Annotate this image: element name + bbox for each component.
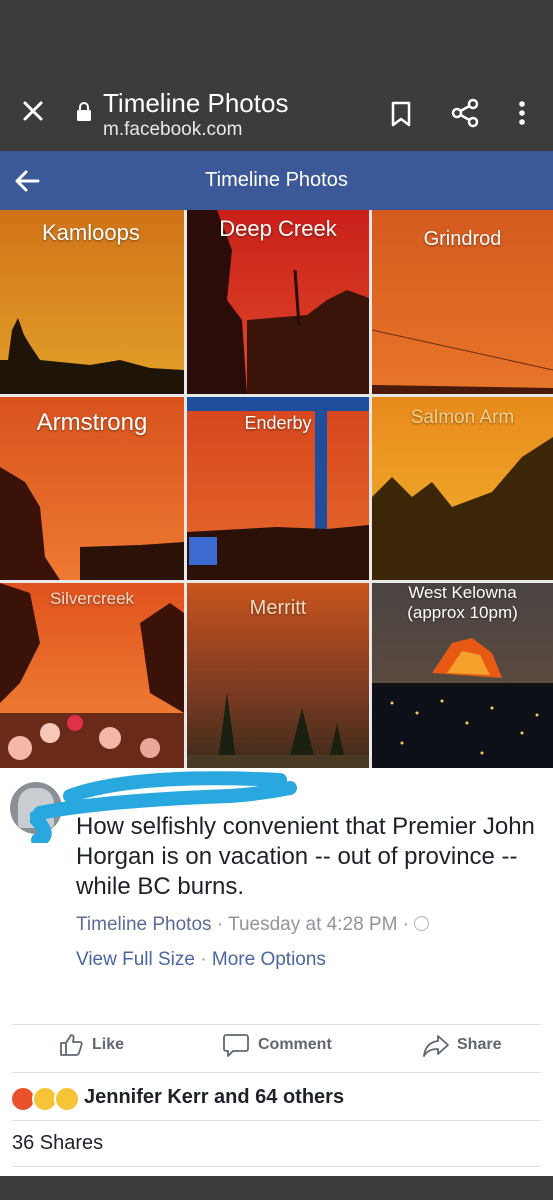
post-meta: Timeline Photos · Tuesday at 4:28 PM · — [76, 914, 430, 936]
post-links: View Full Size · More Options — [76, 949, 326, 970]
comment-label: Comment — [258, 1036, 332, 1053]
photo-tile-silvercreek[interactable]: Silvercreek — [0, 583, 184, 768]
photo-label-kamloops: Kamloops — [42, 220, 140, 245]
photo-label-armstrong: Armstrong — [36, 409, 148, 436]
thumbs-up-icon — [60, 1034, 83, 1056]
system-nav-bar — [0, 1176, 553, 1200]
photo-tile-deep-creek[interactable]: Deep Creek — [187, 210, 369, 394]
lock-icon — [77, 102, 91, 121]
photo-tile-merritt[interactable]: Merritt — [187, 583, 369, 768]
bookmark-icon[interactable] — [388, 100, 414, 128]
share-arrow-icon — [423, 1035, 449, 1057]
post-message: How selfishly convenient that Premier Jo… — [76, 813, 535, 900]
photo-label-west-kelowna-time: (approx 10pm) — [407, 603, 518, 622]
photo-label-salmon-arm: Salmon Arm — [410, 407, 515, 428]
wow-icon — [54, 1086, 80, 1112]
photo-tile-west-kelowna[interactable]: West Kelowna (approx 10pm) — [372, 583, 553, 768]
photo-tile-kamloops[interactable]: Kamloops — [0, 210, 184, 394]
close-icon[interactable] — [18, 96, 48, 126]
comment-button[interactable]: Comment — [222, 1034, 342, 1062]
post: How selfishly convenient that Premier Jo… — [0, 768, 553, 1200]
photo-tile-grindrod[interactable]: Grindrod — [372, 210, 553, 394]
divider — [12, 1024, 541, 1025]
status-bar — [0, 0, 553, 78]
share-label: Share — [457, 1036, 502, 1053]
comment-icon — [223, 1034, 249, 1057]
photo-tile-enderby[interactable]: Enderby — [187, 397, 369, 580]
view-full-size-link[interactable]: View Full Size — [76, 949, 195, 970]
post-actions: Like Comment Share — [0, 1026, 553, 1071]
divider — [12, 1166, 541, 1167]
photo-label-silvercreek: Silvercreek — [49, 589, 135, 608]
photo-label-west-kelowna: West Kelowna — [408, 583, 517, 602]
photo-tile-armstrong[interactable]: Armstrong — [0, 397, 184, 580]
photo-label-grindrod: Grindrod — [423, 228, 502, 250]
photo-tile-salmon-arm[interactable]: Salmon Arm — [372, 397, 553, 580]
more-options-link[interactable]: More Options — [212, 949, 326, 970]
share-icon[interactable] — [450, 98, 480, 128]
globe-icon — [414, 916, 430, 931]
like-button[interactable]: Like — [58, 1034, 138, 1062]
share-button[interactable]: Share — [422, 1035, 512, 1062]
photo-silvercreek-image — [0, 583, 184, 768]
photo-collage[interactable]: Kamloops Deep Creek Grindrod Armstrong E… — [0, 210, 553, 768]
browser-url[interactable]: m.facebook.com — [103, 119, 242, 141]
reactions-text: Jennifer Kerr and 64 others — [84, 1086, 345, 1108]
photo-label-merritt: Merritt — [249, 597, 307, 619]
browser-toolbar: Timeline Photos m.facebook.com — [0, 78, 553, 151]
reactions-summary[interactable]: Jennifer Kerr and 64 others — [0, 1072, 553, 1120]
like-label: Like — [92, 1036, 125, 1053]
post-source-link[interactable]: Timeline Photos — [76, 914, 212, 935]
divider — [12, 1120, 541, 1121]
more-vert-icon[interactable] — [510, 98, 534, 128]
photo-label-enderby: Enderby — [244, 413, 312, 433]
post-timestamp[interactable]: Tuesday at 4:28 PM — [228, 914, 397, 935]
facebook-header: Timeline Photos — [0, 151, 553, 210]
browser-page-title: Timeline Photos — [103, 88, 289, 118]
shares-count[interactable]: 36 Shares — [12, 1132, 103, 1155]
photo-label-deep-creek: Deep Creek — [219, 216, 337, 241]
header-title: Timeline Photos — [205, 169, 348, 191]
